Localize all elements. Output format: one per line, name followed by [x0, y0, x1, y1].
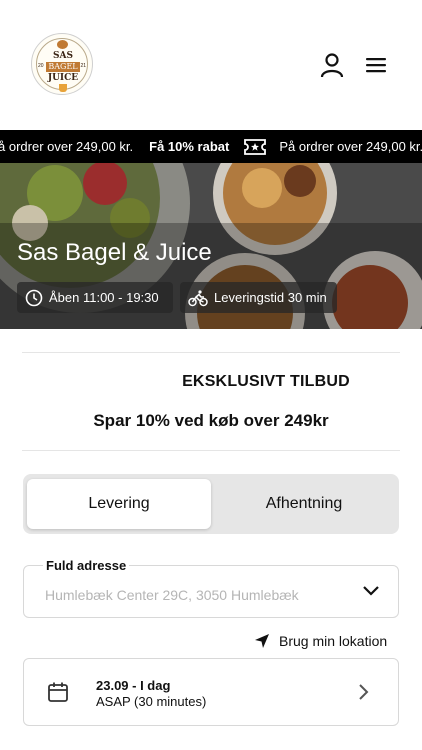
ticker-bold-text: Få 10% rabat	[149, 139, 230, 154]
logo-text-line1: SAS	[53, 51, 73, 61]
selected-time: ASAP (30 minutes)	[96, 694, 207, 709]
user-icon	[320, 53, 344, 78]
clock-icon	[25, 289, 43, 306]
ticket-icon	[243, 138, 267, 156]
opening-hours-text: Åben 11:00 - 19:30	[49, 290, 159, 305]
menu-button[interactable]	[361, 50, 391, 80]
bagel-icon	[57, 40, 68, 49]
logo-text-line2: BAGEL	[46, 62, 80, 72]
divider	[22, 352, 400, 353]
order-mode-toggle: Levering Afhentning	[23, 474, 399, 534]
account-button[interactable]	[317, 50, 347, 80]
location-arrow-icon	[255, 634, 269, 648]
delivery-time-chip: Leveringstid 30 min	[180, 282, 337, 313]
delivery-time-text: Leveringstid 30 min	[214, 290, 327, 305]
delivery-time-selector[interactable]: 23.09 - I dag ASAP (30 minutes)	[23, 658, 399, 726]
offer-subtitle: Spar 10% ved køb over 249kr	[93, 411, 329, 430]
header: SAS BAGEL JUICE 20 21	[0, 0, 422, 130]
logo-year-left: 20	[38, 63, 44, 69]
ticker-text-2: På ordrer over 249,00 kr.	[279, 139, 422, 154]
address-label: Fuld adresse	[43, 558, 130, 573]
address-field[interactable]: Fuld adresse Humlebæk Center 29C, 3050 H…	[23, 558, 399, 618]
ticker-text: å ordrer over 249,00 kr.	[0, 139, 134, 154]
chevron-down-icon[interactable]	[362, 585, 380, 597]
offer-title: EKSKLUSIVT TILBUD	[182, 373, 350, 390]
logo-text-line3: JUICE	[47, 73, 79, 83]
brand-logo[interactable]: SAS BAGEL JUICE 20 21	[31, 33, 93, 95]
restaurant-name: Sas Bagel & Juice	[17, 239, 212, 266]
selected-date: 23.09 - I dag	[96, 678, 171, 693]
hamburger-menu-icon	[366, 58, 386, 73]
opening-hours-chip: Åben 11:00 - 19:30	[17, 282, 173, 313]
calendar-icon	[48, 682, 68, 702]
divider	[22, 450, 400, 451]
hero-banner: Sas Bagel & Juice Åben 11:00 - 19:30 Lev…	[0, 163, 422, 329]
logo-year-right: 21	[80, 63, 86, 69]
use-my-location-link[interactable]: Brug min lokation	[254, 633, 387, 649]
bicycle-icon	[188, 289, 208, 306]
address-placeholder: Humlebæk Center 29C, 3050 Humlebæk	[45, 587, 299, 603]
promo-ticker: å ordrer over 249,00 kr. Få 10% rabat På…	[0, 130, 422, 163]
tab-delivery[interactable]: Levering	[27, 479, 211, 529]
use-my-location-label: Brug min lokation	[279, 633, 388, 649]
chevron-right-icon	[359, 684, 369, 700]
tab-pickup[interactable]: Afhentning	[213, 479, 395, 529]
juice-cup-icon	[59, 84, 67, 92]
